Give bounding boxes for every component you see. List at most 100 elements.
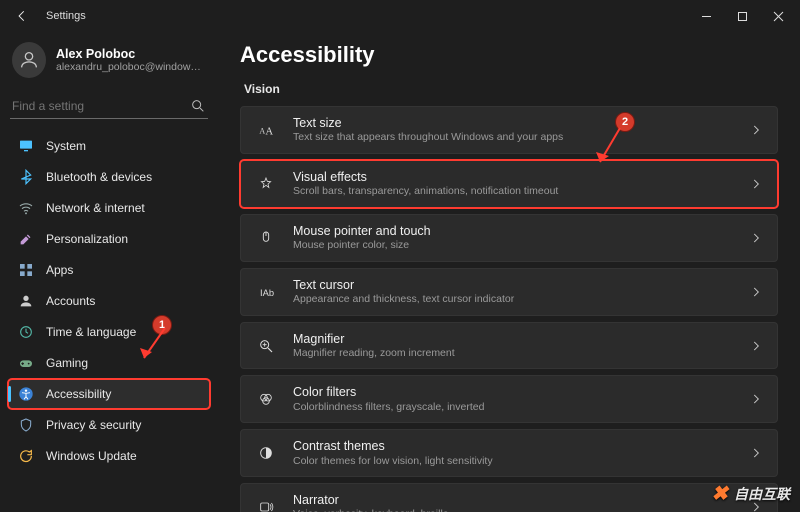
- visualeffects-icon: [258, 176, 274, 192]
- card-text: Text size Text size that appears through…: [293, 115, 749, 145]
- search-input[interactable]: [12, 99, 190, 113]
- accounts-icon-wrap: [18, 293, 34, 309]
- card-text: Color filters Colorblindness filters, gr…: [293, 384, 749, 414]
- network-icon-wrap: [18, 200, 34, 216]
- time-icon: [18, 324, 34, 340]
- card-title: Mouse pointer and touch: [293, 223, 749, 239]
- card-narrator[interactable]: Narrator Voice, verbosity, keyboard, bra…: [240, 483, 778, 512]
- card-subtitle: Color themes for low vision, light sensi…: [293, 455, 749, 469]
- watermark: ✖ 自由互联: [711, 481, 790, 506]
- system-icon: [18, 138, 34, 154]
- card-text: Magnifier Magnifier reading, zoom increm…: [293, 331, 749, 361]
- close-icon: [773, 11, 784, 22]
- nav-list: System Bluetooth & devices Network & int…: [8, 131, 210, 471]
- titlebar: Settings: [0, 0, 800, 32]
- accessibility-icon: [18, 386, 34, 402]
- sidebar-item-label: Personalization: [46, 232, 128, 246]
- card-text: Visual effects Scroll bars, transparency…: [293, 169, 749, 199]
- sidebar-item-label: Privacy & security: [46, 418, 141, 432]
- search-box[interactable]: [10, 94, 208, 119]
- sidebar-item-bluetooth[interactable]: Bluetooth & devices: [8, 162, 210, 192]
- profile-block[interactable]: Alex Poloboc alexandru_poloboc@windowsre…: [8, 36, 210, 88]
- bluetooth-icon-wrap: [18, 169, 34, 185]
- sidebar-item-label: Windows Update: [46, 449, 137, 463]
- accessibility-icon-wrap: [18, 386, 34, 402]
- card-text: Contrast themes Color themes for low vis…: [293, 438, 749, 468]
- card-textsize[interactable]: AA Text size Text size that appears thro…: [240, 106, 778, 154]
- chevron-right-icon: [749, 231, 763, 245]
- contrast-icon-wrap: [255, 442, 277, 464]
- sidebar: Alex Poloboc alexandru_poloboc@windowsre…: [0, 32, 218, 512]
- window-controls: [688, 2, 796, 30]
- card-visualeffects[interactable]: Visual effects Scroll bars, transparency…: [240, 160, 778, 208]
- back-button[interactable]: [8, 2, 36, 30]
- maximize-button[interactable]: [724, 2, 760, 30]
- user-email: alexandru_poloboc@windowsreport...: [56, 61, 206, 73]
- textcursor-icon: IAb: [258, 284, 274, 300]
- sidebar-item-accessibility[interactable]: Accessibility: [8, 379, 210, 409]
- card-magnifier[interactable]: Magnifier Magnifier reading, zoom increm…: [240, 322, 778, 370]
- main-content: Accessibility Vision AA Text size Text s…: [218, 32, 800, 512]
- sidebar-item-update[interactable]: Windows Update: [8, 441, 210, 471]
- card-subtitle: Text size that appears throughout Window…: [293, 131, 749, 145]
- sidebar-item-network[interactable]: Network & internet: [8, 193, 210, 223]
- card-subtitle: Colorblindness filters, grayscale, inver…: [293, 401, 749, 415]
- sidebar-item-system[interactable]: System: [8, 131, 210, 161]
- svg-text:IAb: IAb: [260, 288, 274, 298]
- textsize-icon: AA: [258, 122, 274, 138]
- gaming-icon-wrap: [18, 355, 34, 371]
- card-subtitle: Mouse pointer color, size: [293, 239, 749, 253]
- sidebar-item-label: Network & internet: [46, 201, 145, 215]
- window-title: Settings: [46, 10, 86, 22]
- svg-text:A: A: [259, 126, 265, 135]
- bluetooth-icon: [18, 169, 34, 185]
- chevron-right-icon: [749, 123, 763, 137]
- magnifier-icon-wrap: [255, 335, 277, 357]
- card-contrast[interactable]: Contrast themes Color themes for low vis…: [240, 429, 778, 477]
- apps-icon-wrap: [18, 262, 34, 278]
- close-button[interactable]: [760, 2, 796, 30]
- sidebar-item-label: Accounts: [46, 294, 95, 308]
- card-title: Text cursor: [293, 277, 749, 293]
- card-title: Text size: [293, 115, 749, 131]
- sidebar-item-label: Time & language: [46, 325, 136, 339]
- minimize-button[interactable]: [688, 2, 724, 30]
- contrast-icon: [258, 445, 274, 461]
- magnifier-icon: [258, 338, 274, 354]
- update-icon-wrap: [18, 448, 34, 464]
- svg-text:A: A: [265, 127, 273, 138]
- card-subtitle: Appearance and thickness, text cursor in…: [293, 293, 749, 307]
- card-colorfilters[interactable]: Color filters Colorblindness filters, gr…: [240, 375, 778, 423]
- avatar: [12, 42, 46, 78]
- sidebar-item-label: Accessibility: [46, 387, 111, 401]
- sidebar-item-gaming[interactable]: Gaming: [8, 348, 210, 378]
- colorfilters-icon: [258, 391, 274, 407]
- minimize-icon: [701, 11, 712, 22]
- visualeffects-icon-wrap: [255, 173, 277, 195]
- time-icon-wrap: [18, 324, 34, 340]
- maximize-icon: [737, 11, 748, 22]
- watermark-logo-icon: ✖: [711, 481, 728, 506]
- sidebar-item-accounts[interactable]: Accounts: [8, 286, 210, 316]
- watermark-text: 自由互联: [734, 484, 790, 504]
- textcursor-icon-wrap: IAb: [255, 281, 277, 303]
- annotation-badge-1: 1: [152, 315, 172, 335]
- sidebar-item-label: Apps: [46, 263, 73, 277]
- sidebar-item-label: Gaming: [46, 356, 88, 370]
- card-title: Magnifier: [293, 331, 749, 347]
- apps-icon: [18, 262, 34, 278]
- sidebar-item-label: Bluetooth & devices: [46, 170, 152, 184]
- card-text: Text cursor Appearance and thickness, te…: [293, 277, 749, 307]
- sidebar-item-personalization[interactable]: Personalization: [8, 224, 210, 254]
- card-text: Narrator Voice, verbosity, keyboard, bra…: [293, 492, 749, 512]
- card-mouse[interactable]: Mouse pointer and touch Mouse pointer co…: [240, 214, 778, 262]
- card-subtitle: Magnifier reading, zoom increment: [293, 347, 749, 361]
- card-title: Narrator: [293, 492, 749, 508]
- page-title: Accessibility: [240, 42, 778, 68]
- annotation-badge-2: 2: [615, 112, 635, 132]
- sidebar-item-apps[interactable]: Apps: [8, 255, 210, 285]
- card-textcursor[interactable]: IAb Text cursor Appearance and thickness…: [240, 268, 778, 316]
- sidebar-item-privacy[interactable]: Privacy & security: [8, 410, 210, 440]
- sidebar-item-time[interactable]: Time & language: [8, 317, 210, 347]
- chevron-right-icon: [749, 177, 763, 191]
